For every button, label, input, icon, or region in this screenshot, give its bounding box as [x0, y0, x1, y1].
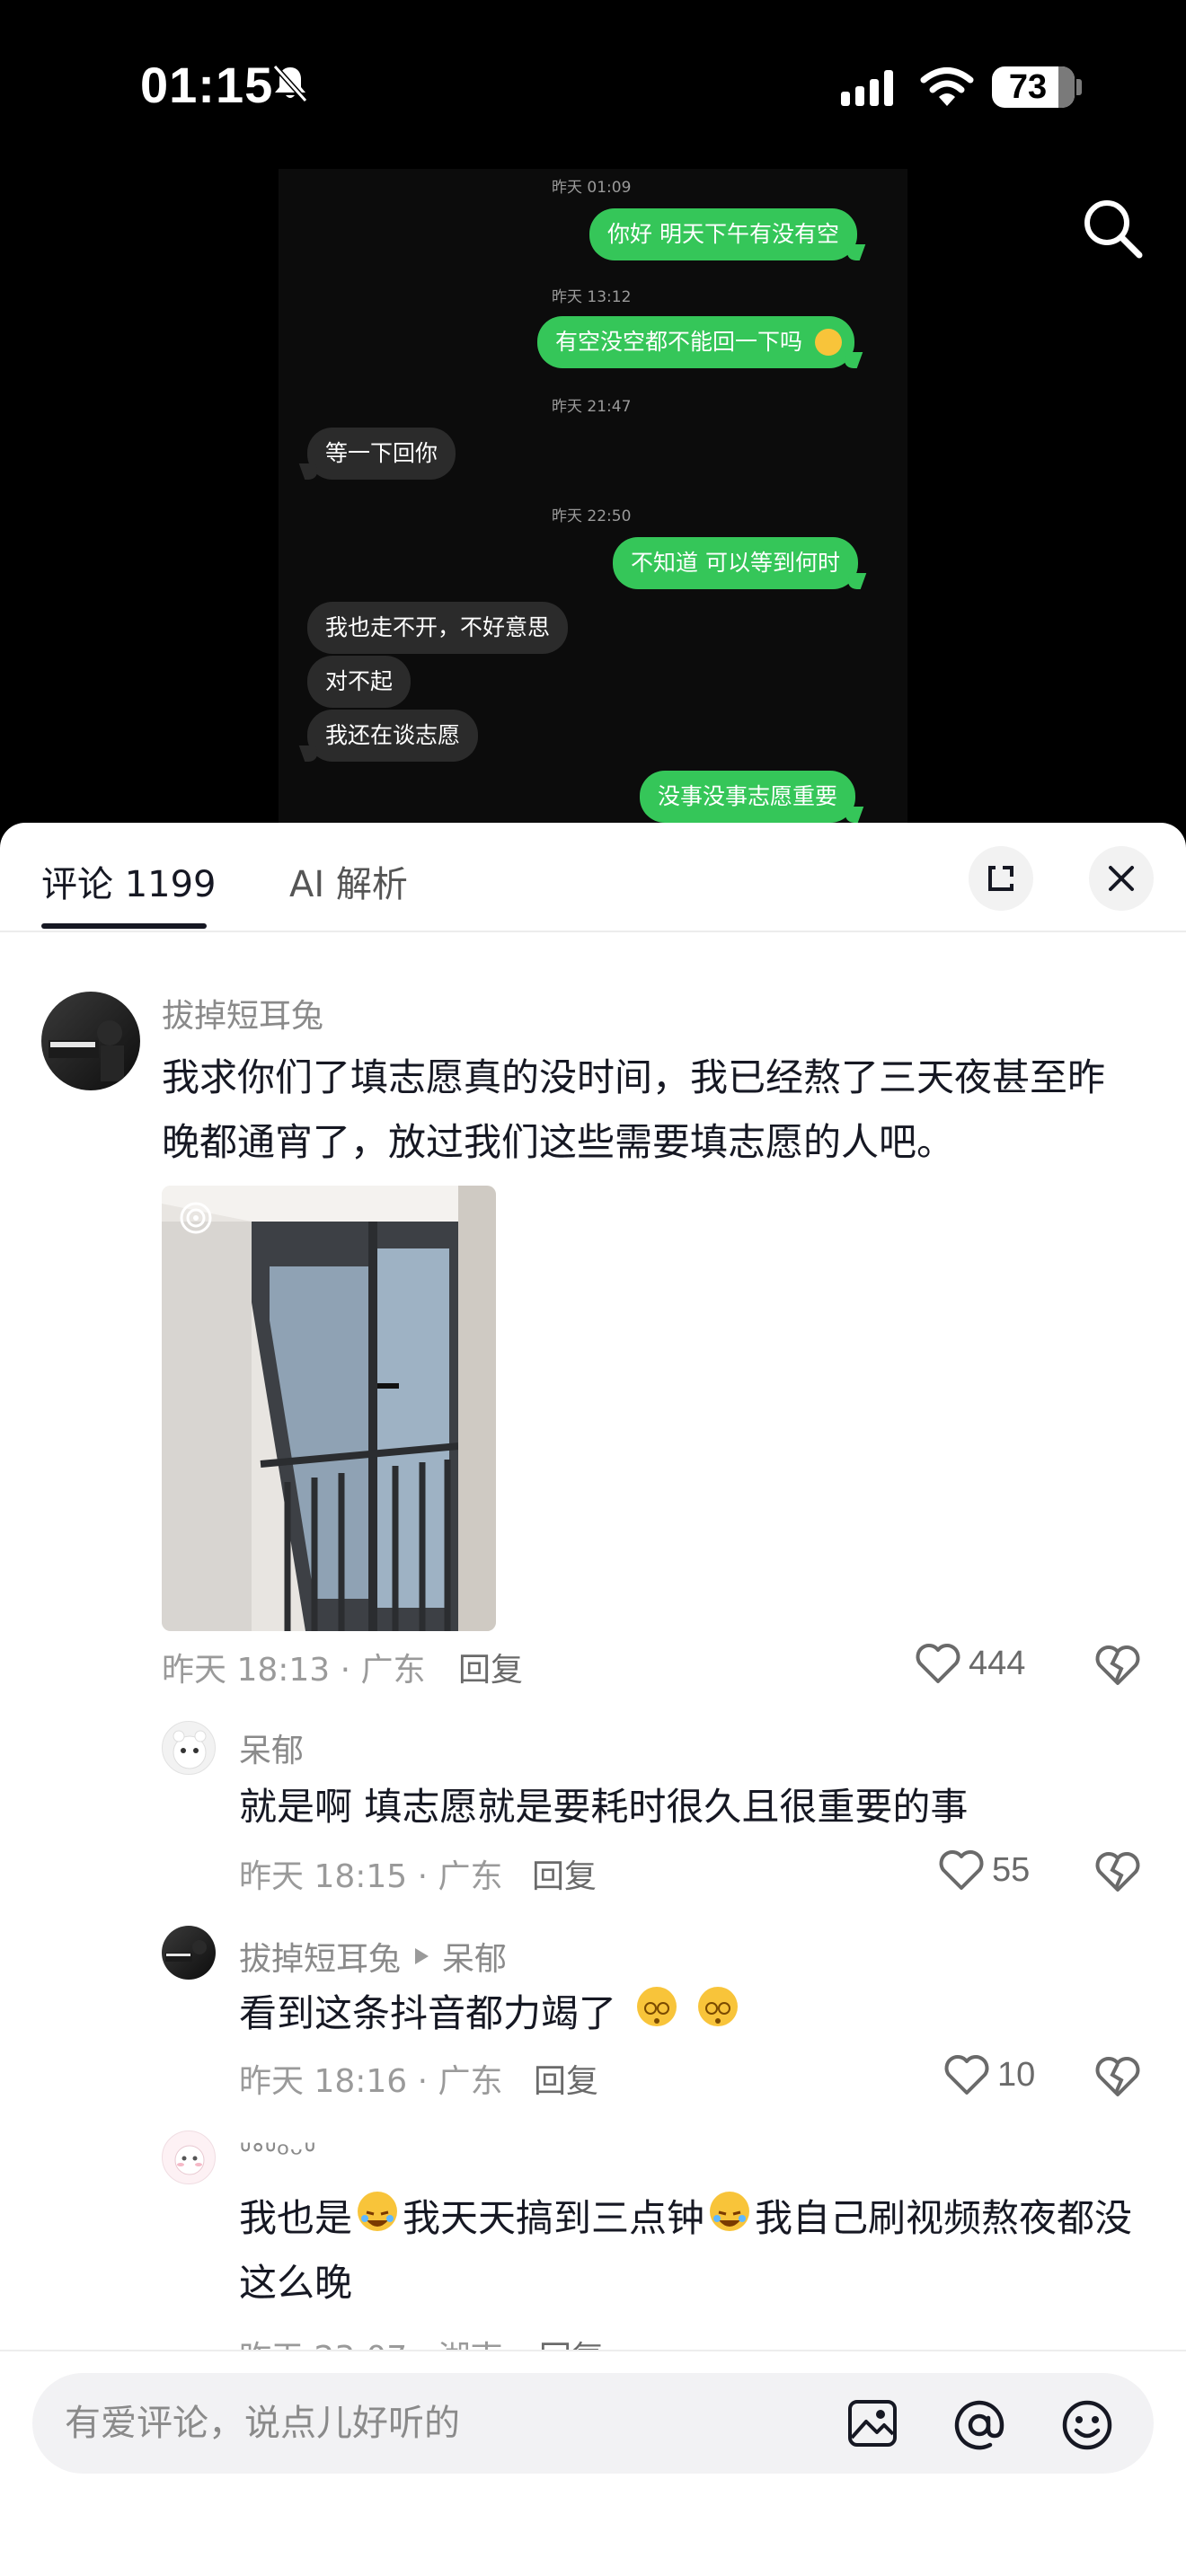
- tab-bar: 评论 1199 AI 解析: [0, 823, 1186, 932]
- signal-icon: [841, 70, 893, 106]
- battery-icon: 73: [992, 66, 1075, 108]
- comment-username[interactable]: 呆郁: [239, 1725, 304, 1771]
- chat-bubble-sent: 没事没事志愿重要: [640, 771, 856, 823]
- dizzy-emoji-icon: [697, 1987, 738, 2026]
- comment-username[interactable]: 拔掉短耳兔: [239, 1933, 401, 1980]
- chat-bubble-sent: 你好 明天下午有没有空: [589, 208, 857, 260]
- like-button[interactable]: 444: [915, 1642, 1025, 1685]
- chat-timestamp: 昨天 01:09: [552, 179, 632, 197]
- comment-username[interactable]: ᐡᐤᐡᵒᵕᐡ: [239, 2136, 316, 2173]
- chat-screenshot: 昨天 01:09 你好 明天下午有没有空 昨天 13:12 有空没空都不能回一下…: [279, 169, 907, 825]
- chat-bubble-sent: 不知道 可以等到何时: [613, 537, 858, 589]
- at-icon[interactable]: [952, 2398, 1006, 2452]
- close-button[interactable]: [1089, 846, 1154, 911]
- chat-timestamp: 昨天 13:12: [552, 288, 632, 306]
- reply-header: 拔掉短耳兔 呆郁: [239, 1933, 507, 1980]
- avatar-image: [49, 1020, 124, 1081]
- comment-sheet: 评论 1199 AI 解析 拔掉短耳兔 我求你们了填志愿真的没时间，我已经熬了三…: [0, 823, 1186, 2576]
- comment-meta: 昨天 18:13 · 广东: [162, 1652, 426, 1689]
- avatar-image: [173, 1730, 207, 1769]
- bell-off-icon: [272, 64, 308, 103]
- rofl-emoji-icon: [358, 2192, 398, 2231]
- heart-icon: [916, 1644, 960, 1683]
- window-photo: [162, 1186, 496, 1631]
- like-button[interactable]: 55: [938, 1848, 1030, 1892]
- heart-icon: [944, 2055, 989, 2095]
- broken-heart-icon[interactable]: [1094, 1644, 1141, 1687]
- avatar-image: [174, 2145, 205, 2175]
- dizzy-emoji-icon: [637, 1987, 677, 2026]
- close-icon: [1109, 866, 1134, 891]
- comment-photo[interactable]: [162, 1186, 496, 1631]
- reply-button[interactable]: 回复: [534, 2055, 598, 2102]
- chat-bubble-received: 我还在谈志愿: [307, 710, 479, 762]
- wifi-icon: [920, 67, 974, 106]
- comment-text: 就是啊 填志愿就是要耗时很久且很重要的事: [239, 1785, 969, 1829]
- tab-ai-analysis[interactable]: AI 解析: [289, 855, 408, 907]
- battery-tip: [1076, 79, 1082, 95]
- like-count: 444: [969, 1644, 1026, 1682]
- comment-meta: 昨天 18:16 · 广东: [239, 2063, 503, 2100]
- avatar[interactable]: [162, 1721, 216, 1775]
- emoji-icon[interactable]: [1060, 2398, 1114, 2452]
- comment-username[interactable]: 拔掉短耳兔: [162, 990, 323, 1037]
- comment-text: 我求你们了填志愿真的没时间，我已经熬了三天夜甚至昨晚都通宵了，放过我们这些需要填…: [162, 1055, 1106, 1164]
- chat-bubble-received: 等一下回你: [307, 428, 456, 480]
- avatar-image: [165, 1940, 207, 1962]
- chat-timestamp: 昨天 22:50: [552, 507, 632, 525]
- tab-underline: [41, 923, 207, 929]
- expand-icon: [988, 866, 1013, 891]
- search-icon[interactable]: [1078, 194, 1146, 262]
- reply-arrow-icon: [415, 1948, 429, 1964]
- rofl-emoji-icon: [710, 2192, 750, 2231]
- comment-text: 看到这条抖音都力竭了: [239, 1981, 1137, 2046]
- chat-bubble-received: 对不起: [307, 656, 412, 708]
- status-time: 01:15: [140, 57, 274, 113]
- like-button[interactable]: 10: [943, 2053, 1035, 2096]
- like-count: 55: [992, 1850, 1031, 1889]
- tab-comments[interactable]: 评论 1199: [41, 855, 217, 907]
- avatar[interactable]: [162, 1926, 216, 1980]
- broken-heart-icon[interactable]: [1094, 1850, 1141, 1893]
- expand-button[interactable]: [969, 846, 1033, 911]
- image-icon[interactable]: [846, 2398, 898, 2448]
- like-count: 10: [997, 2055, 1036, 2094]
- live-photo-icon: [176, 1198, 177, 1199]
- reply-to-username[interactable]: 呆郁: [442, 1933, 507, 1980]
- flushed-emoji-icon: [815, 329, 843, 356]
- chat-bubble-received: 我也走不开，不好意思: [307, 602, 569, 654]
- comment-input-bar: [0, 2350, 1186, 2576]
- heart-icon: [939, 1850, 984, 1890]
- comment-text: 我也是 我天天搞到三点钟 我自己刷视频熬夜都没这么晚: [239, 2186, 1137, 2316]
- chat-bubble-sent: 有空没空都不能回一下吗: [537, 316, 855, 368]
- chat-timestamp: 昨天 21:47: [552, 398, 632, 416]
- reply-button[interactable]: 回复: [532, 1850, 597, 1897]
- avatar[interactable]: [41, 992, 140, 1090]
- comment-input[interactable]: [65, 2395, 801, 2452]
- comment-input-box[interactable]: [32, 2373, 1154, 2474]
- comment-meta: 昨天 18:15 · 广东: [239, 1858, 503, 1895]
- avatar[interactable]: [162, 2130, 216, 2184]
- broken-heart-icon[interactable]: [1094, 2055, 1141, 2098]
- reply-button[interactable]: 回复: [458, 1644, 523, 1690]
